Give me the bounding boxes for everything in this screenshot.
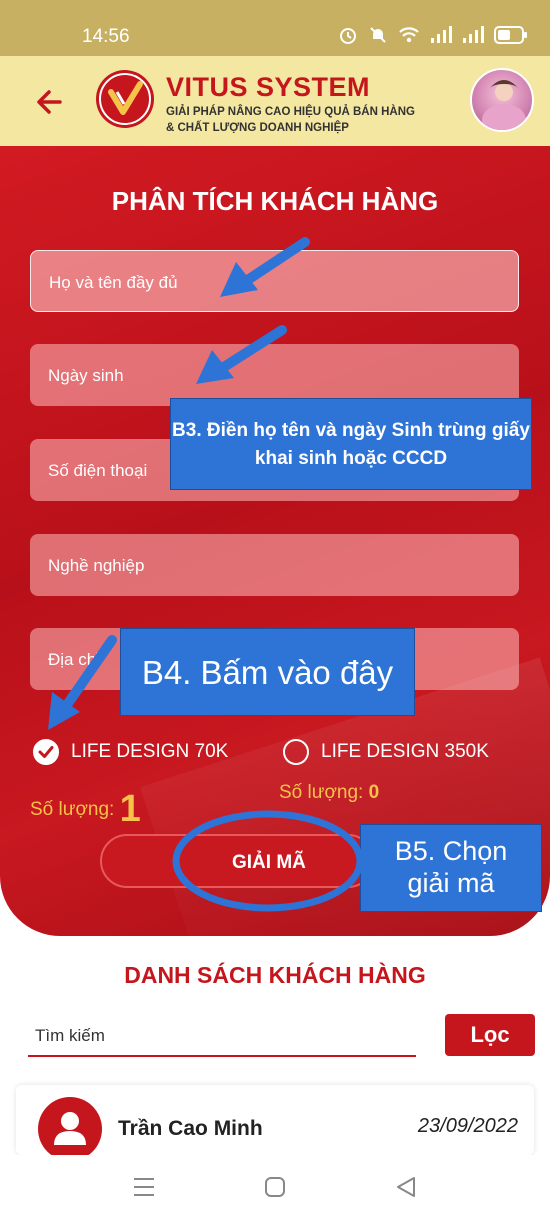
checked-radio-icon [33, 739, 59, 765]
status-icons [338, 25, 528, 50]
quantity-1-value: 1 [119, 788, 141, 830]
quantity-2-value: 0 [368, 782, 380, 803]
vitus-logo [96, 70, 154, 128]
user-avatar[interactable] [470, 68, 534, 132]
customer-date: 23/09/2022 [417, 1115, 518, 1137]
customer-card[interactable]: Trần Cao Minh 23/09/2022 [16, 1085, 534, 1161]
customer-list-title: DANH SÁCH KHÁCH HÀNG [124, 962, 426, 988]
quantity-2: Số lượng: 0 [279, 782, 379, 804]
quantity-2-label: Số lượng: [279, 782, 364, 803]
decode-button-label: GIẢI MÃ [232, 852, 306, 873]
brand-name: VITUS SYSTEM [166, 72, 371, 102]
page-title: PHÂN TÍCH KHÁCH HÀNG [111, 186, 439, 216]
customer-name: Trần Cao Minh [118, 1117, 263, 1140]
brand-tagline-1: GIẢI PHÁP NÂNG CAO HIỆU QUẢ BÁN HÀNG [166, 106, 415, 118]
phone-placeholder: Số điện thoại [48, 461, 148, 480]
search-placeholder: Tìm kiếm [35, 1026, 105, 1045]
quantity-1-label: Số lượng: [30, 799, 115, 820]
status-bar: 14:56 [0, 0, 550, 56]
back-icon[interactable] [395, 1175, 417, 1204]
full-name-placeholder: Họ và tên đầy đủ [49, 273, 178, 292]
annotation-b5-line2: giải mã [407, 868, 495, 898]
brand-tagline-2: & CHẤT LƯỢNG DOANH NGHIỆP [166, 122, 349, 134]
search-input[interactable]: Tìm kiếm [28, 1015, 416, 1057]
decode-button[interactable]: GIẢI MÃ [100, 834, 375, 888]
signal-2-icon [462, 26, 484, 49]
customer-avatar-icon [38, 1097, 102, 1161]
brand-block: VITUS SYSTEM GIẢI PHÁP NÂNG CAO HIỆU QUẢ… [166, 72, 415, 135]
home-icon[interactable] [264, 1175, 286, 1204]
job-placeholder: Nghề nghiệp [48, 556, 145, 575]
option-life-design-350k[interactable]: LIFE DESIGN 350K [283, 739, 489, 765]
option-1-label: LIFE DESIGN 70K [71, 741, 229, 762]
address-placeholder: Địa chỉ [48, 650, 100, 669]
alarm-icon [338, 25, 358, 50]
annotation-b4: B4. Bấm vào đây [120, 628, 415, 716]
battery-icon [494, 26, 528, 49]
job-field[interactable]: Nghề nghiệp [30, 534, 519, 596]
annotation-b3: B3. Điền họ tên và ngày Sinh trùng giấy … [170, 398, 532, 490]
signal-1-icon [430, 26, 452, 49]
birthdate-placeholder: Ngày sinh [48, 366, 124, 385]
birthdate-field[interactable]: Ngày sinh [30, 344, 519, 406]
wifi-icon [398, 25, 420, 50]
back-arrow-icon[interactable] [32, 82, 72, 122]
option-2-label: LIFE DESIGN 350K [321, 741, 489, 762]
quantity-1: Số lượng: 1 [30, 782, 141, 830]
system-nav-bar [0, 1155, 550, 1222]
option-life-design-70k[interactable]: LIFE DESIGN 70K [33, 739, 228, 765]
status-time: 14:56 [82, 26, 130, 47]
mute-icon [368, 25, 388, 50]
filter-button[interactable]: Lọc [445, 1014, 535, 1056]
unchecked-radio-icon [283, 739, 309, 765]
annotation-b5-line1: B5. Chọn [394, 836, 508, 866]
full-name-field[interactable]: Họ và tên đầy đủ [30, 250, 519, 312]
app-header: VITUS SYSTEM GIẢI PHÁP NÂNG CAO HIỆU QUẢ… [0, 56, 550, 146]
menu-icon[interactable] [133, 1175, 155, 1204]
annotation-b5: B5. Chọn giải mã [360, 824, 542, 912]
